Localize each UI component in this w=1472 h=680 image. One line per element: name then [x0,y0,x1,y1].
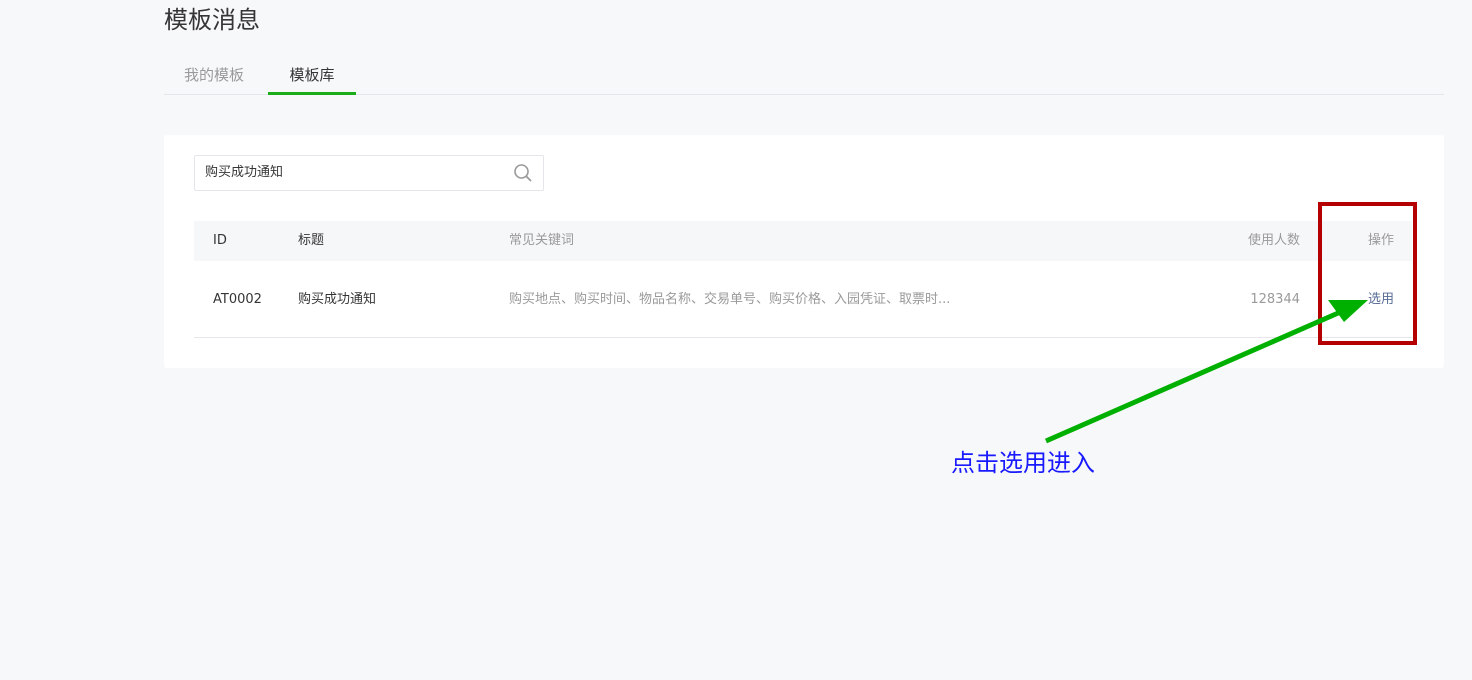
annotation-arrow [1044,300,1368,444]
annotation-text: 点击选用进入 [951,449,1095,477]
arrow-head-icon [1328,300,1368,322]
